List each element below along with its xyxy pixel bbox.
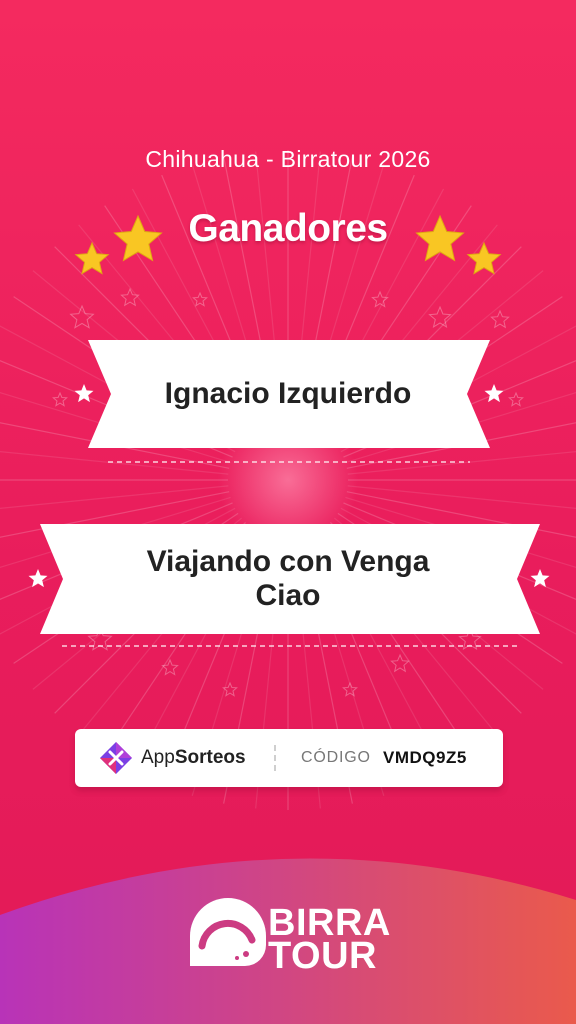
brand-bold: Sorteos <box>174 747 246 768</box>
outline-star-icon <box>192 291 208 307</box>
outline-star-icon <box>490 309 510 329</box>
star-icon <box>74 384 94 403</box>
code-label: CÓDIGO <box>301 749 371 766</box>
appsorteos-brand: AppSorteos <box>141 747 246 769</box>
star-icon <box>28 569 48 588</box>
outline-star-icon <box>52 391 68 407</box>
winner-name-2-line2: Ciao <box>255 579 321 612</box>
outline-star-icon <box>120 287 140 307</box>
brand-light: App <box>141 747 175 768</box>
outline-star-icon <box>508 391 524 407</box>
badge-divider <box>274 745 276 771</box>
code-value: VMDQ9Z5 <box>383 748 467 767</box>
outline-star-icon <box>69 304 95 329</box>
page-title: Ganadores <box>188 207 388 250</box>
outline-star-icon <box>428 305 452 328</box>
birratour-logo-line2: TOUR <box>268 935 377 977</box>
winner-name-2-line1: Viajando con Venga <box>146 545 430 578</box>
appsorteos-logo-icon <box>100 742 132 774</box>
winner-name-2: Viajando con Venga Ciao <box>60 545 516 613</box>
outline-star-icon <box>161 658 179 676</box>
appsorteos-code-badge: AppSorteos CÓDIGO VMDQ9Z5 <box>75 729 503 787</box>
outline-star-icon <box>371 290 389 308</box>
event-subtitle: Chihuahua - Birratour 2026 <box>145 146 431 172</box>
star-icon <box>484 384 504 403</box>
winner-name-1: Ignacio Izquierdo <box>164 377 412 410</box>
